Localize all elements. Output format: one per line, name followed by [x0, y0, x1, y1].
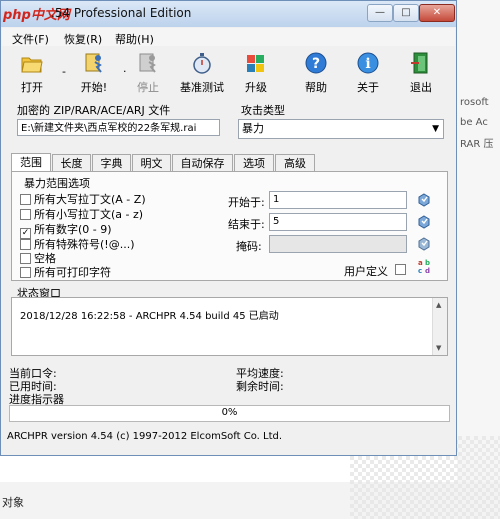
status-log[interactable]: 2018/12/28 16:22:58 - ARCHPR 4.54 build …: [11, 297, 448, 356]
stopwatch-icon: [193, 53, 211, 74]
printable-label: 所有可打印字符: [34, 266, 111, 279]
svg-text:b: b: [425, 259, 430, 267]
uppercase-label: 所有大写拉丁文(A - Z): [34, 193, 146, 206]
archpr-window: php中文网 .54 Professional Edition — □ ✕ 文件…: [0, 0, 457, 456]
help-label: 帮助: [305, 81, 327, 94]
svg-text:i: i: [365, 56, 370, 72]
maximize-button[interactable]: □: [393, 4, 419, 22]
scroll-down-icon[interactable]: ▼: [436, 344, 441, 352]
status-scrollbar[interactable]: ▲ ▼: [432, 298, 447, 355]
background-text: rosoft: [460, 97, 489, 108]
toolbar: 打开 - 开始! · 停止 基准测试 升级 ? 帮助 i 关于 退出: [2, 47, 455, 99]
option-lowercase[interactable]: 所有小写拉丁文(a - z): [20, 206, 144, 221]
tab-length[interactable]: 长度: [52, 154, 91, 171]
svg-text:c: c: [418, 267, 422, 274]
attack-type-value: 暴力: [242, 122, 264, 135]
version-footer: ARCHPR version 4.54 (c) 1997-2012 ElcomS…: [7, 431, 283, 442]
open-folder-icon: [21, 57, 43, 73]
svg-text:a: a: [418, 259, 423, 267]
start-run-icon: [85, 53, 102, 73]
start-from-field[interactable]: 1: [269, 191, 407, 209]
stop-button[interactable]: 停止: [122, 49, 174, 97]
chevron-down-icon: ▼: [432, 124, 439, 134]
option-printable[interactable]: 所有可打印字符: [20, 264, 111, 279]
select-chars-icon[interactable]: [417, 237, 431, 251]
svg-text:d: d: [425, 267, 430, 274]
minimize-button[interactable]: —: [367, 4, 393, 22]
end-at-field[interactable]: 5: [269, 213, 407, 231]
exit-icon: [411, 52, 428, 74]
help-button[interactable]: ? 帮助: [290, 49, 342, 97]
benchmark-label: 基准测试: [180, 81, 224, 94]
title-bar[interactable]: php中文网 .54 Professional Edition — □ ✕: [1, 1, 456, 27]
about-label: 关于: [357, 81, 379, 94]
start-button[interactable]: 开始!: [68, 49, 120, 97]
option-space[interactable]: 空格: [20, 250, 56, 265]
tab-range[interactable]: 范围: [11, 153, 51, 172]
select-chars-icon[interactable]: [417, 215, 431, 229]
digits-label: 所有数字(0 - 9): [34, 223, 112, 236]
background-text: be Ac: [460, 117, 488, 128]
open-button[interactable]: 打开: [6, 49, 58, 97]
menu-file[interactable]: 文件(F): [12, 31, 49, 47]
tab-options[interactable]: 选项: [234, 154, 274, 171]
range-options-label: 暴力范围选项: [24, 177, 90, 190]
special-checkbox[interactable]: [20, 239, 31, 250]
stop-label: 停止: [137, 81, 159, 94]
scroll-up-icon[interactable]: ▲: [436, 301, 441, 309]
option-digits[interactable]: ✓ 所有数字(0 - 9): [20, 221, 112, 239]
end-at-label: 结束于:: [228, 218, 265, 231]
start-label: 开始!: [80, 81, 108, 94]
lowercase-label: 所有小写拉丁文(a - z): [34, 208, 144, 221]
encrypted-file-label: 加密的 ZIP/RAR/ACE/ARJ 文件: [17, 104, 171, 117]
range-tab-panel: 暴力范围选项 所有大写拉丁文(A - Z) 所有小写拉丁文(a - z) ✓ 所有…: [11, 171, 448, 281]
upgrade-label: 升级: [245, 81, 267, 94]
start-from-label: 开始于:: [228, 196, 265, 209]
option-special[interactable]: 所有特殊符号(!@...): [20, 236, 134, 251]
about-button[interactable]: i 关于: [342, 49, 394, 97]
menu-bar: 文件(F) 恢复(R) 帮助(H): [2, 28, 455, 46]
user-defined-checkbox[interactable]: [395, 264, 406, 275]
menu-help[interactable]: 帮助(H): [115, 31, 154, 47]
attack-type-select[interactable]: 暴力 ▼: [238, 119, 444, 139]
tab-autosave[interactable]: 自动保存: [172, 154, 233, 171]
about-icon: i: [357, 52, 379, 74]
uppercase-checkbox[interactable]: [20, 194, 31, 205]
progress-bar: 0%: [9, 405, 450, 422]
help-icon: ?: [305, 52, 327, 74]
file-path-field[interactable]: E:\新建文件夹\西点军校的22条军规.rai: [17, 119, 220, 136]
upgrade-icon: [247, 55, 264, 72]
open-label: 打开: [21, 81, 43, 94]
option-uppercase[interactable]: 所有大写拉丁文(A - Z): [20, 191, 146, 206]
printable-checkbox[interactable]: [20, 267, 31, 278]
space-checkbox[interactable]: [20, 253, 31, 264]
status-log-line: 2018/12/28 16:22:58 - ARCHPR 4.54 build …: [20, 311, 279, 322]
stop-icon: [139, 53, 156, 73]
tab-dictionary[interactable]: 字典: [92, 154, 131, 171]
menu-recover[interactable]: 恢复(R): [64, 31, 102, 47]
upgrade-button[interactable]: 升级: [230, 49, 282, 97]
background-text: RAR 压: [460, 139, 494, 150]
user-defined-label: 用户定义: [344, 265, 388, 278]
charset-icon[interactable]: a b c d: [417, 258, 433, 274]
progress-percent: 0%: [221, 407, 238, 418]
benchmark-button[interactable]: 基准测试: [176, 49, 228, 97]
exit-button[interactable]: 退出: [395, 49, 447, 97]
mask-field[interactable]: [269, 235, 407, 253]
tab-plaintext[interactable]: 明文: [132, 154, 171, 171]
window-title: .54 Professional Edition: [51, 6, 192, 20]
background-label: 对象: [2, 496, 24, 509]
attack-type-label: 攻击类型: [241, 104, 285, 117]
lowercase-checkbox[interactable]: [20, 209, 31, 220]
toolbar-dropdown-marker: -: [62, 65, 66, 78]
exit-label: 退出: [410, 81, 432, 94]
tab-advanced[interactable]: 高级: [275, 154, 315, 171]
close-button[interactable]: ✕: [419, 4, 455, 22]
mask-label: 掩码:: [236, 240, 262, 253]
remaining-time-label: 剩余时间:: [236, 380, 284, 393]
svg-text:?: ?: [312, 56, 320, 72]
select-chars-icon[interactable]: [417, 193, 431, 207]
